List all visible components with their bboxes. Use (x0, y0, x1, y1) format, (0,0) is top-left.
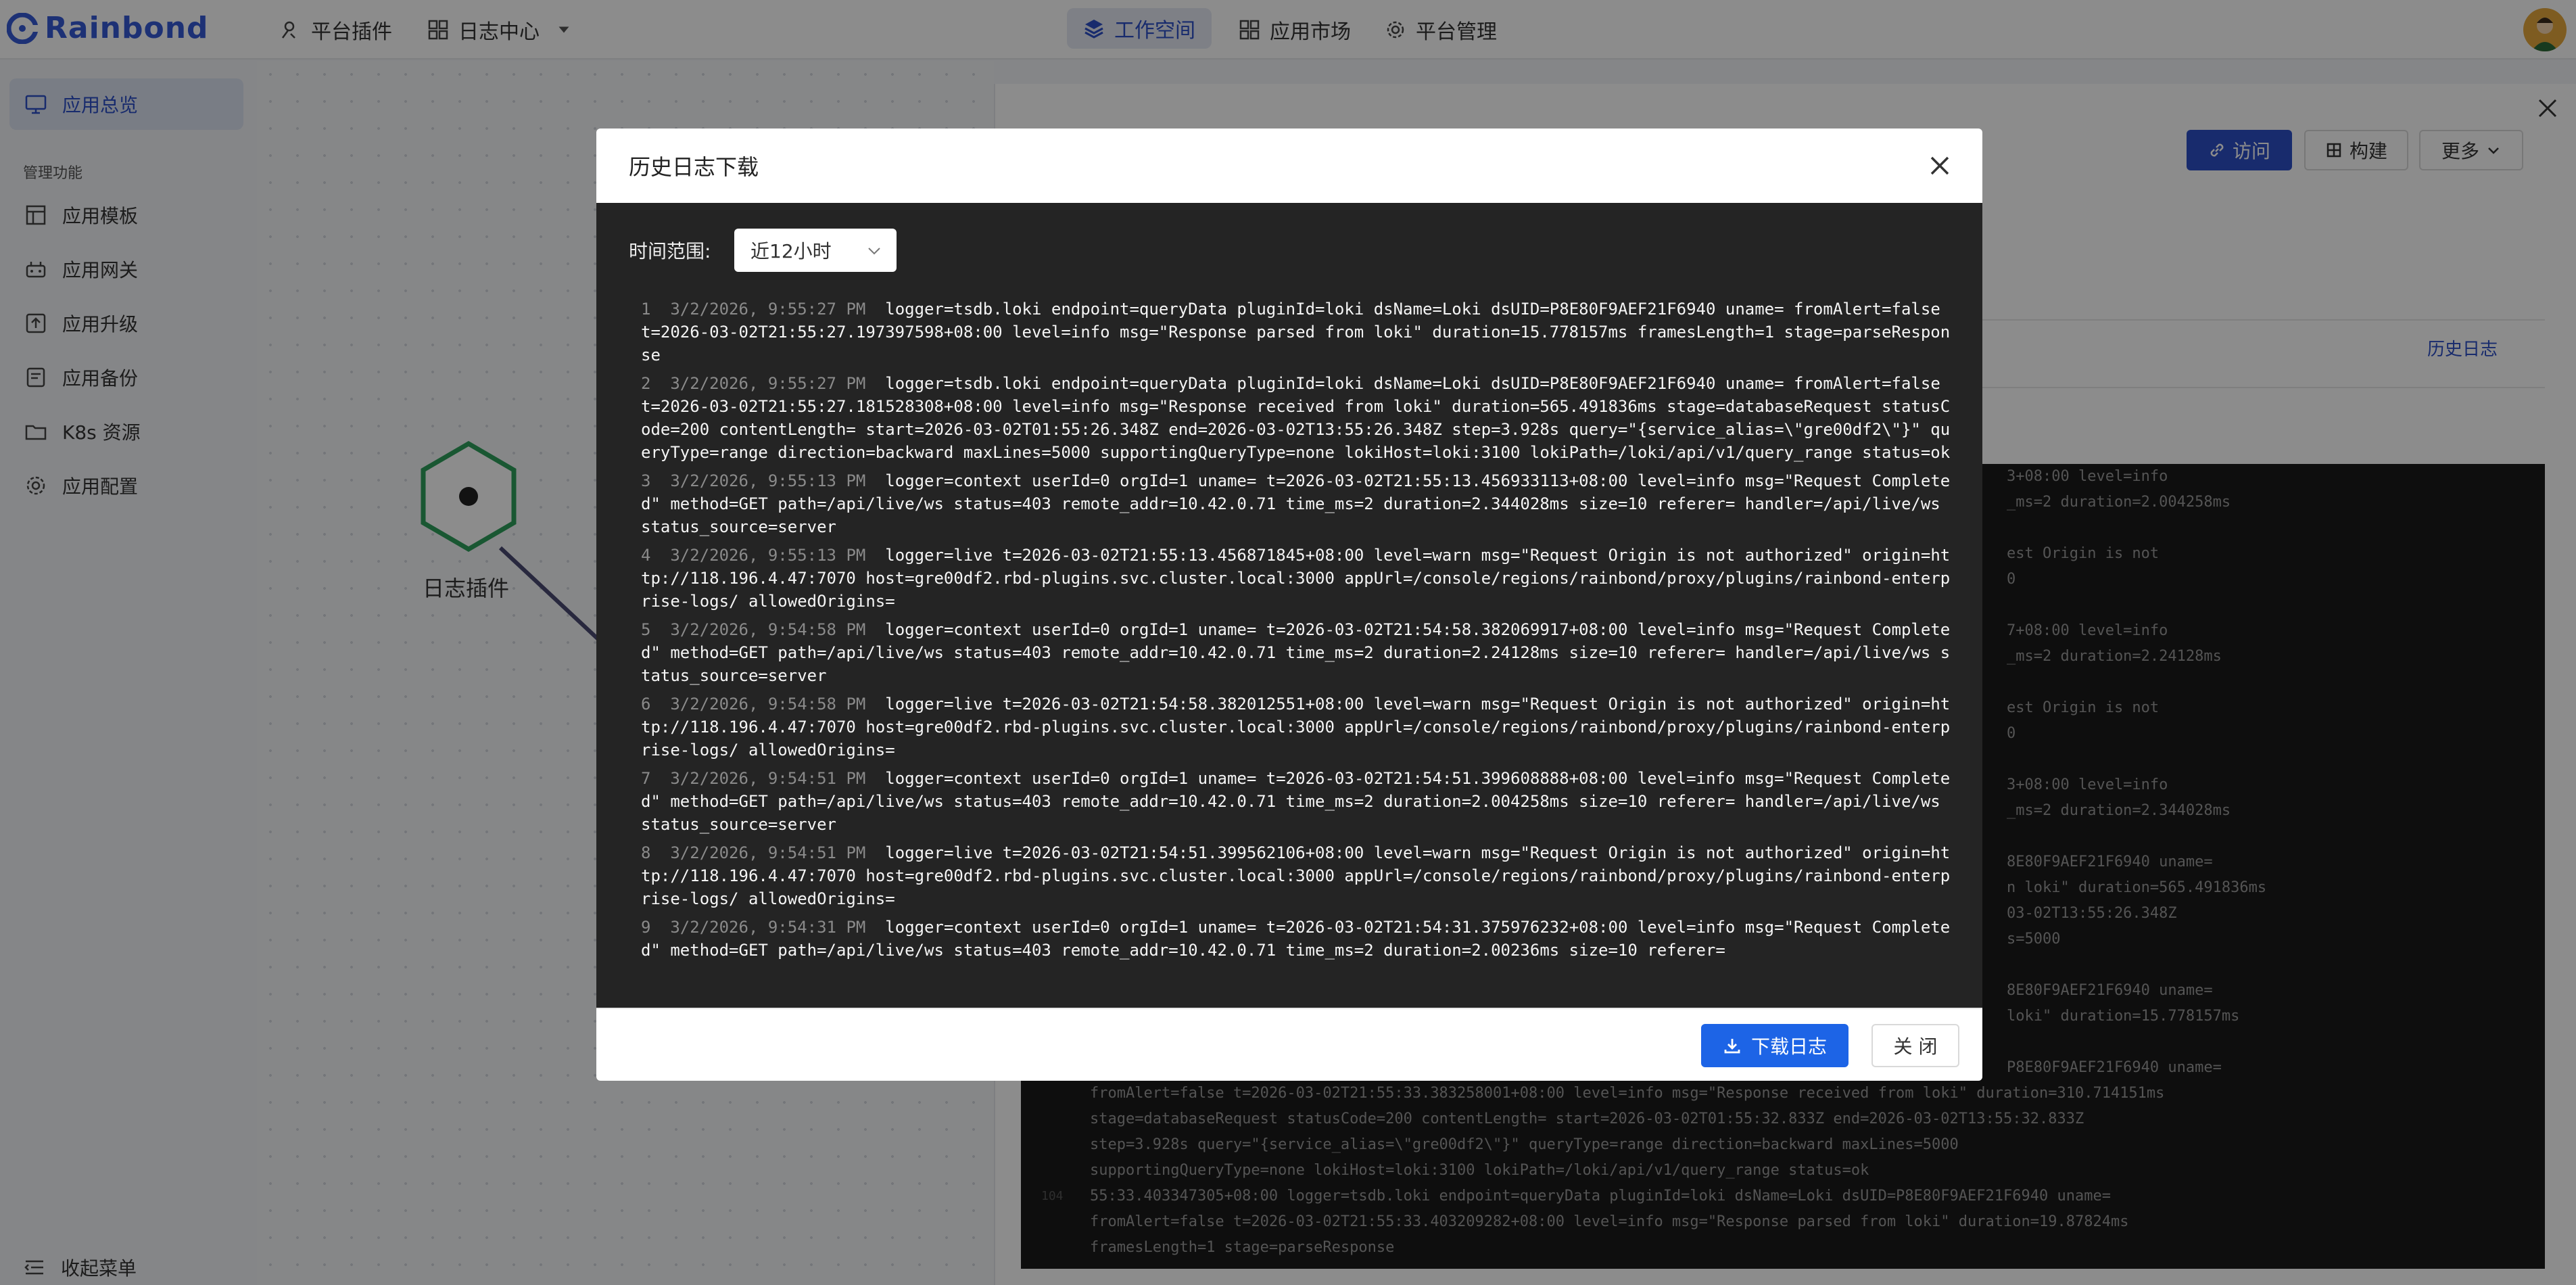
dialog-title: 历史日志下载 (629, 154, 759, 180)
log-timestamp: 3/2/2026, 9:55:27 PM (670, 374, 866, 393)
log-line: 7 3/2/2026, 9:54:51 PM logger=context us… (641, 767, 1953, 836)
log-timestamp: 3/2/2026, 9:55:27 PM (670, 300, 866, 319)
log-line-number: 9 (641, 918, 651, 937)
log-line: 4 3/2/2026, 9:55:13 PM logger=live t=202… (641, 544, 1953, 613)
log-timestamp: 3/2/2026, 9:54:58 PM (670, 695, 866, 714)
download-logs-button[interactable]: 下载日志 (1701, 1024, 1848, 1067)
log-line: 6 3/2/2026, 9:54:58 PM logger=live t=202… (641, 693, 1953, 762)
download-icon (1724, 1039, 1740, 1054)
log-line-number: 4 (641, 546, 651, 565)
log-list[interactable]: 1 3/2/2026, 9:55:27 PM logger=tsdb.loki … (641, 298, 1953, 1001)
log-line-number: 2 (641, 374, 651, 393)
log-timestamp: 3/2/2026, 9:54:51 PM (670, 769, 866, 788)
log-line: 5 3/2/2026, 9:54:58 PM logger=context us… (641, 618, 1953, 687)
log-line: 8 3/2/2026, 9:54:51 PM logger=live t=202… (641, 841, 1953, 910)
close-icon[interactable] (1924, 150, 1955, 181)
chevron-down-icon (868, 248, 880, 255)
log-line-number: 5 (641, 620, 651, 639)
dialog-footer: 下载日志 关 闭 (596, 1008, 1982, 1081)
log-line-number: 1 (641, 300, 651, 319)
log-line: 9 3/2/2026, 9:54:31 PM logger=context us… (641, 916, 1953, 962)
log-line: 1 3/2/2026, 9:55:27 PM logger=tsdb.loki … (641, 298, 1953, 367)
dialog-header: 历史日志下载 (596, 128, 1982, 203)
log-timestamp: 3/2/2026, 9:54:31 PM (670, 918, 866, 937)
log-timestamp: 3/2/2026, 9:55:13 PM (670, 546, 866, 565)
history-log-download-dialog: 历史日志下载 时间范围: 近12小时 1 3/2/2026, 9:55:27 P… (596, 128, 1982, 1081)
download-label: 下载日志 (1750, 1035, 1827, 1058)
log-timestamp: 3/2/2026, 9:54:51 PM (670, 843, 866, 862)
log-line-number: 8 (641, 843, 651, 862)
close-dialog-button[interactable]: 关 闭 (1871, 1024, 1959, 1067)
log-line: 2 3/2/2026, 9:55:27 PM logger=tsdb.loki … (641, 372, 1953, 464)
log-timestamp: 3/2/2026, 9:54:58 PM (670, 620, 866, 639)
log-line: 3 3/2/2026, 9:55:13 PM logger=context us… (641, 469, 1953, 538)
time-range-value: 近12小时 (750, 240, 832, 262)
log-line-number: 6 (641, 695, 651, 714)
time-range-label: 时间范围: (629, 240, 711, 262)
time-range-select[interactable]: 近12小时 (734, 229, 897, 272)
dialog-body: 时间范围: 近12小时 1 3/2/2026, 9:55:27 PM logge… (596, 203, 1982, 1081)
log-line-number: 3 (641, 471, 651, 490)
log-timestamp: 3/2/2026, 9:55:13 PM (670, 471, 866, 490)
close-label: 关 闭 (1893, 1035, 1938, 1058)
log-line-number: 7 (641, 769, 651, 788)
